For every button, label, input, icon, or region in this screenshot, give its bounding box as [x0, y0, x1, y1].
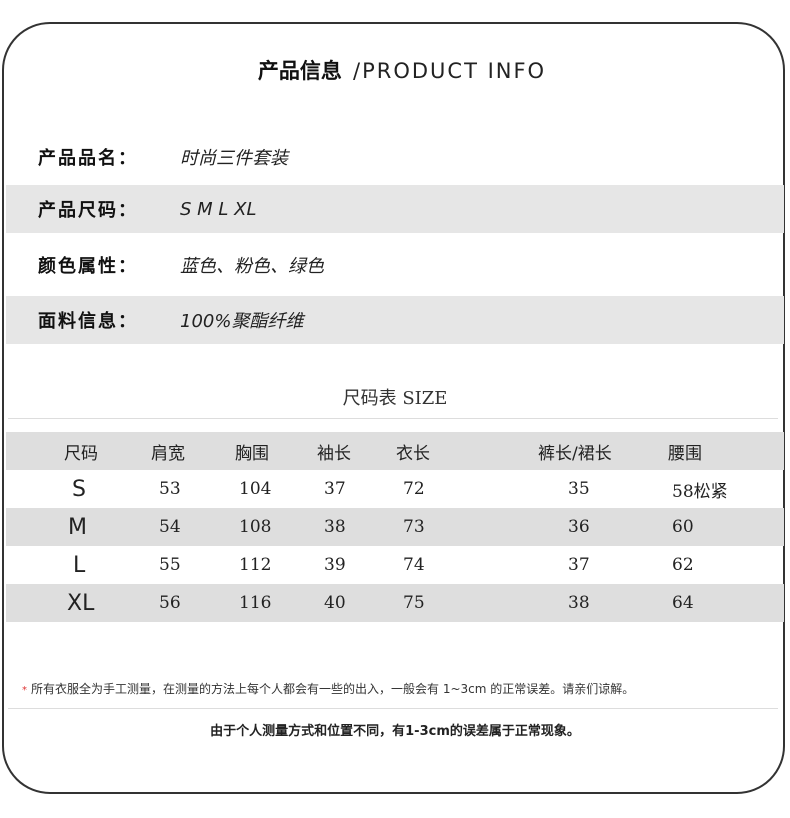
table-cell: 116 — [239, 593, 272, 613]
title-cn-wrap: 产品信息 — [243, 55, 348, 87]
table-cell: 104 — [239, 479, 272, 499]
table-cell: 112 — [239, 555, 272, 575]
measurement-note: * 所有衣服全为手工测量，在测量的方法上每个人都会有一些的出入，一般会有 1~3c… — [22, 680, 634, 697]
title-cn: 产品信息 — [257, 59, 342, 83]
column-header: 肩宽 — [151, 443, 185, 464]
table-row: M 54 108 38 73 36 60 — [6, 508, 784, 546]
column-header: 尺码 — [64, 443, 98, 464]
table-cell: 40 — [324, 593, 346, 613]
table-cell: 38 — [568, 593, 590, 613]
size-table: 尺码 肩宽 胸围 袖长 衣长 裤长/裙长 腰围 S 53 104 37 72 3… — [6, 432, 784, 622]
table-cell: 53 — [159, 479, 181, 499]
table-cell: 62 — [672, 555, 694, 575]
size-cell: L — [73, 552, 86, 578]
table-cell: 74 — [403, 555, 425, 575]
table-cell: 37 — [568, 555, 590, 575]
table-cell: 35 — [568, 479, 590, 499]
info-row-fabric: 面料信息： 100%聚酯纤维 — [6, 296, 784, 344]
info-label: 颜色属性： — [38, 256, 138, 277]
column-header: 袖长 — [317, 443, 351, 464]
table-cell: 36 — [568, 517, 590, 537]
size-cell: M — [68, 514, 87, 540]
table-cell: 39 — [324, 555, 346, 575]
info-row-size: 产品尺码： S M L XL — [6, 185, 784, 233]
info-label: 产品品名： — [38, 148, 138, 169]
size-cell: XL — [67, 590, 95, 616]
size-title-cn: 尺码表 — [342, 388, 397, 409]
column-header: 腰围 — [668, 443, 702, 464]
table-cell: 108 — [239, 517, 272, 537]
table-cell: 56 — [159, 593, 181, 613]
info-value: 时尚三件套装 — [180, 148, 288, 169]
info-label: 产品尺码： — [38, 200, 138, 221]
table-row: S 53 104 37 72 35 58松紧 — [6, 470, 784, 508]
size-title-en: SIZE — [402, 388, 448, 409]
column-header: 衣长 — [396, 443, 430, 464]
size-cell: S — [72, 476, 86, 502]
info-row-name: 产品品名： 时尚三件套装 — [6, 133, 784, 181]
table-cell: 60 — [672, 517, 694, 537]
footer-note: 由于个人测量方式和位置不同，有1-3cm的误差属于正常现象。 — [210, 724, 580, 739]
column-header: 胸围 — [235, 443, 269, 464]
table-cell: 73 — [403, 517, 425, 537]
title-en: /PRODUCT INFO — [353, 59, 547, 83]
table-cell: 72 — [403, 479, 425, 499]
note-star: * — [22, 685, 27, 696]
size-table-title: 尺码表 SIZE — [0, 384, 790, 410]
info-label: 面料信息： — [38, 311, 138, 332]
info-value: S M L XL — [180, 198, 257, 220]
table-cell: 75 — [403, 593, 425, 613]
note-text: 所有衣服全为手工测量，在测量的方法上每个人都会有一些的出入，一般会有 1~3cm… — [31, 682, 635, 696]
table-header-row: 尺码 肩宽 胸围 袖长 衣长 裤长/裙长 腰围 — [6, 432, 784, 470]
table-row: XL 56 116 40 75 38 64 — [6, 584, 784, 622]
table-cell: 58松紧 — [672, 481, 728, 502]
table-row: L 55 112 39 74 37 62 — [6, 546, 784, 584]
table-cell: 64 — [672, 593, 694, 613]
info-row-color: 颜色属性： 蓝色、粉色、绿色 — [6, 241, 784, 289]
table-cell: 37 — [324, 479, 346, 499]
divider — [8, 708, 778, 709]
table-cell: 38 — [324, 517, 346, 537]
page-title: 产品信息 /PRODUCT INFO — [0, 55, 790, 87]
divider — [8, 418, 778, 419]
column-header: 裤长/裙长 — [538, 443, 612, 464]
info-value: 蓝色、粉色、绿色 — [180, 256, 324, 277]
info-value: 100%聚酯纤维 — [180, 311, 304, 332]
table-cell: 54 — [159, 517, 181, 537]
table-cell: 55 — [159, 555, 181, 575]
